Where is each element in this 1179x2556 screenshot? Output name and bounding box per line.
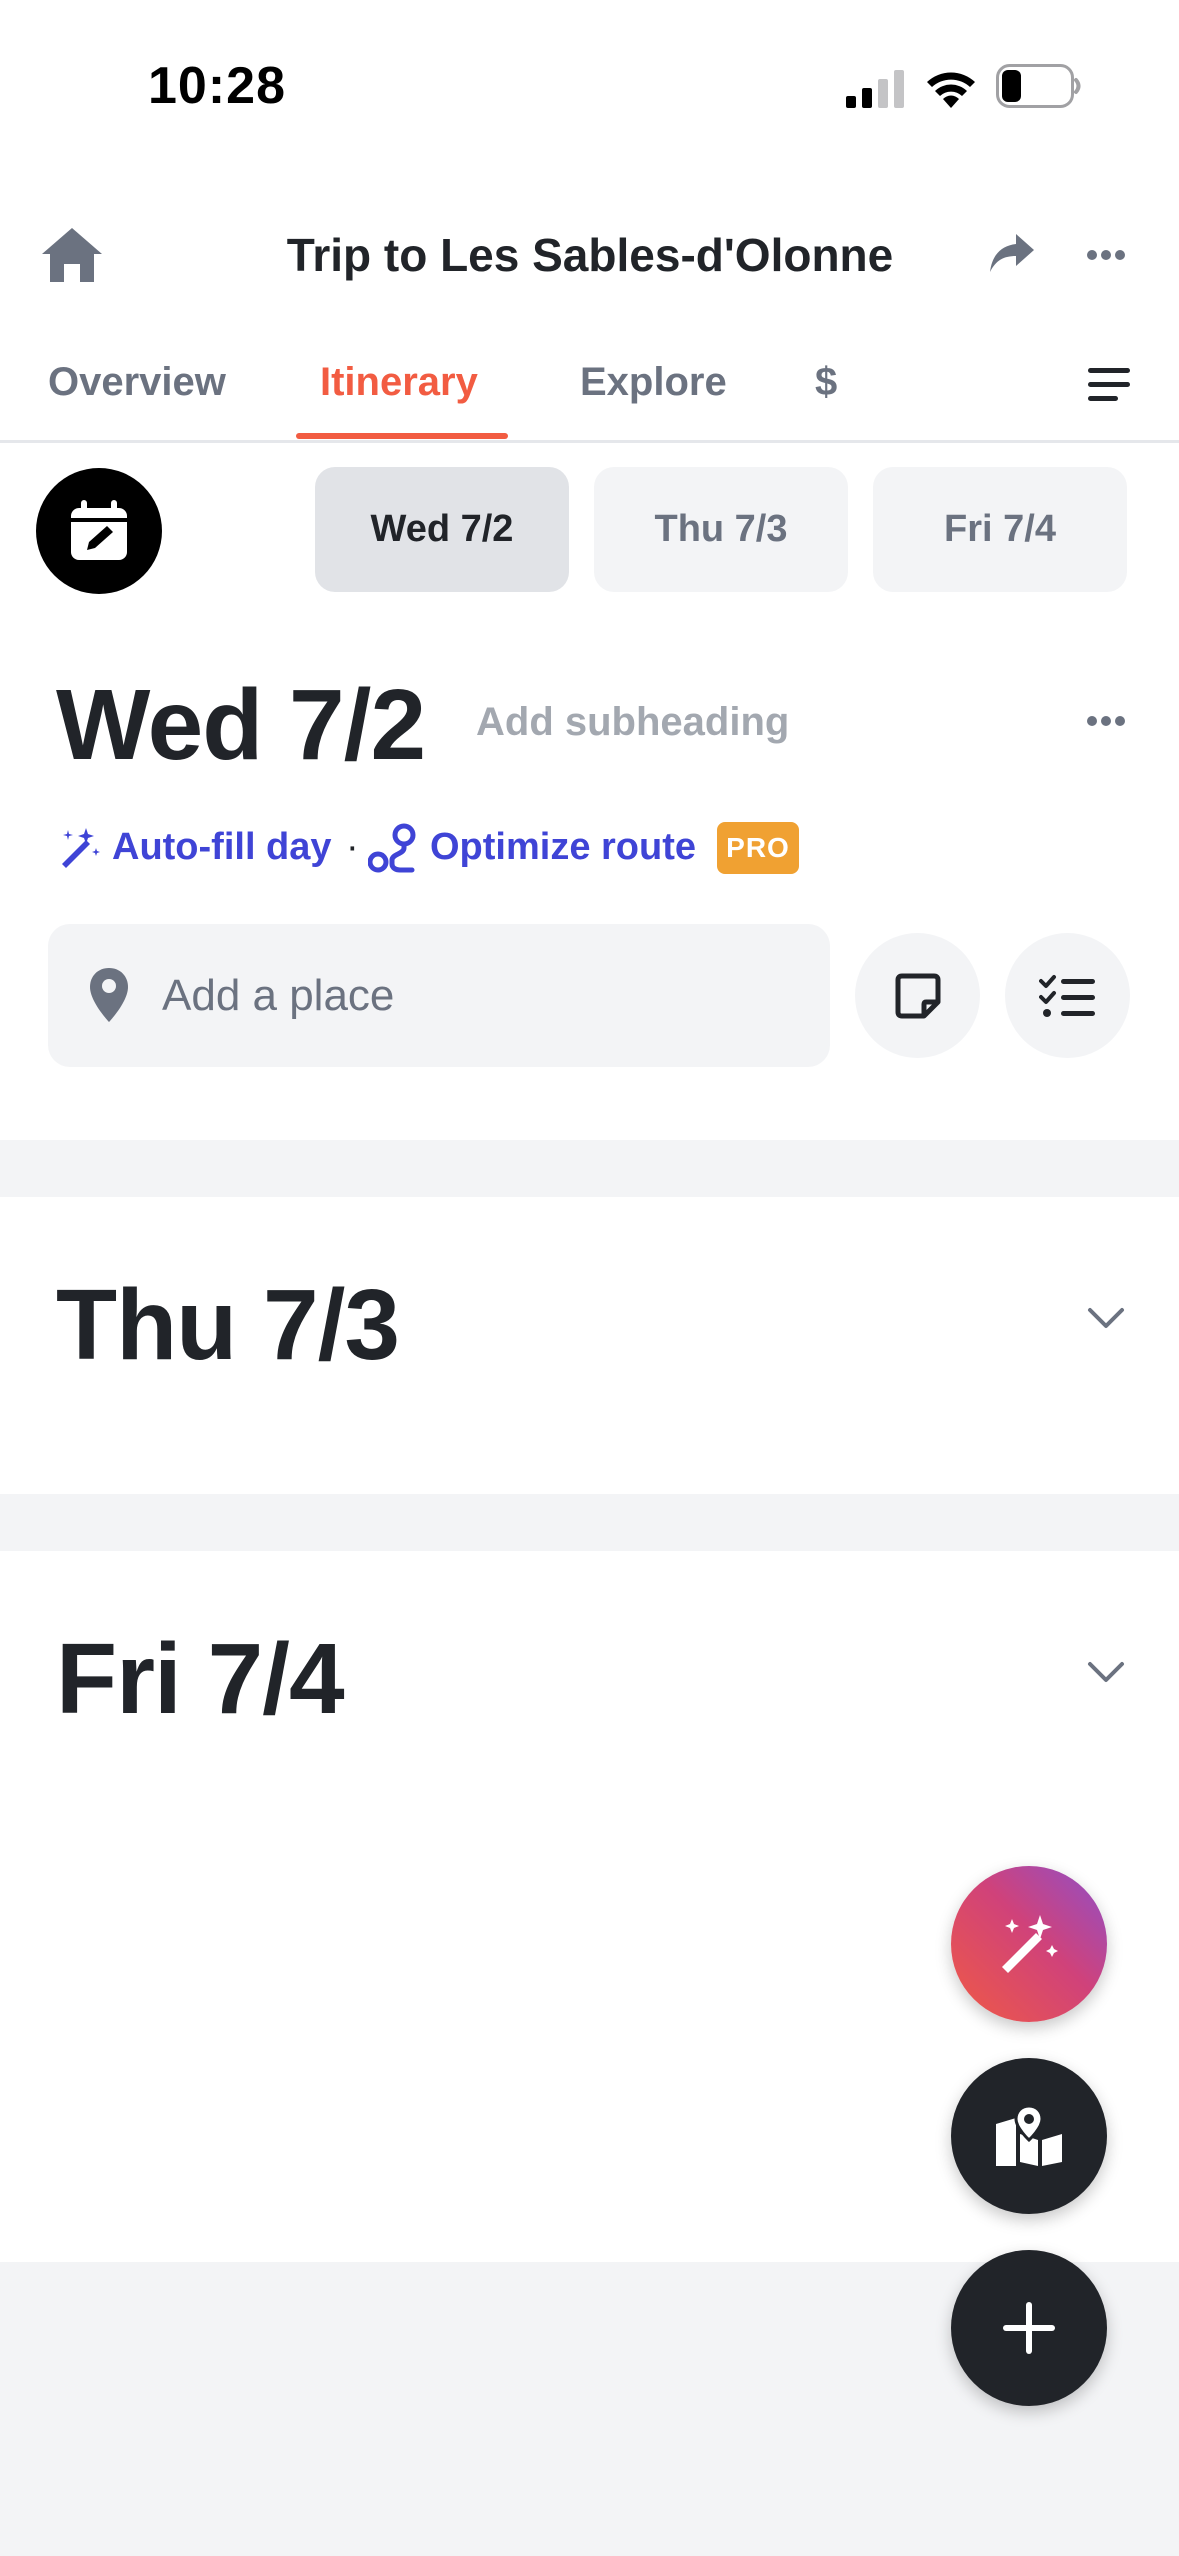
- add-place-placeholder: Add a place: [162, 971, 395, 1020]
- map-icon: [996, 2104, 1062, 2166]
- route-icon: [368, 823, 416, 873]
- autofill-day-link[interactable]: Auto-fill day: [112, 826, 332, 869]
- date-pill-fri[interactable]: Fri 7/4: [873, 467, 1127, 592]
- date-pill-thu[interactable]: Thu 7/3: [594, 467, 848, 592]
- day-more-icon[interactable]: [1086, 714, 1126, 728]
- share-icon[interactable]: [988, 232, 1036, 276]
- page-title: Trip to Les Sables-d'Olonne: [286, 229, 894, 281]
- status-time: 10:28: [148, 57, 286, 115]
- map-button[interactable]: [951, 2058, 1107, 2214]
- tab-overview[interactable]: Overview: [48, 360, 226, 405]
- ai-assistant-button[interactable]: [951, 1866, 1107, 2022]
- cellular-signal-icon: [846, 70, 904, 108]
- day-heading-fri[interactable]: Fri 7/4: [56, 1622, 345, 1737]
- tabs-divider: [0, 440, 1179, 443]
- active-tab-indicator: [296, 433, 508, 439]
- wifi-icon: [927, 72, 975, 108]
- calendar-edit-button[interactable]: [36, 468, 162, 594]
- chevron-down-icon[interactable]: [1086, 1306, 1126, 1330]
- tab-budget[interactable]: $: [815, 360, 837, 405]
- section-divider: [0, 1494, 1179, 1551]
- battery-icon: [996, 64, 1081, 108]
- tab-explore[interactable]: Explore: [580, 360, 727, 405]
- location-pin-icon: [90, 968, 128, 1022]
- tab-itinerary[interactable]: Itinerary: [320, 360, 478, 405]
- add-subheading[interactable]: Add subheading: [476, 700, 789, 745]
- plus-icon: [1003, 2302, 1055, 2354]
- optimize-route-link[interactable]: Optimize route: [430, 826, 696, 869]
- day-heading-wed: Wed 7/2: [56, 669, 426, 781]
- menu-icon[interactable]: [1088, 366, 1130, 402]
- calendar-edit-icon: [71, 500, 127, 560]
- home-icon[interactable]: [40, 226, 104, 284]
- magic-wand-icon: [1002, 1915, 1058, 1973]
- date-pill-wed[interactable]: Wed 7/2: [315, 467, 569, 592]
- checklist-icon: [1038, 974, 1095, 1017]
- link-separator: ·: [346, 826, 359, 868]
- chevron-down-icon[interactable]: [1086, 1660, 1126, 1684]
- add-checklist-button[interactable]: [1005, 933, 1130, 1058]
- day-heading-thu[interactable]: Thu 7/3: [56, 1268, 400, 1383]
- section-divider: [0, 1140, 1179, 1197]
- note-icon: [895, 973, 940, 1018]
- more-icon[interactable]: [1086, 248, 1126, 262]
- magic-wand-icon: [62, 828, 100, 868]
- add-item-button[interactable]: [951, 2250, 1107, 2406]
- pro-badge: PRO: [717, 822, 799, 874]
- add-note-button[interactable]: [855, 933, 980, 1058]
